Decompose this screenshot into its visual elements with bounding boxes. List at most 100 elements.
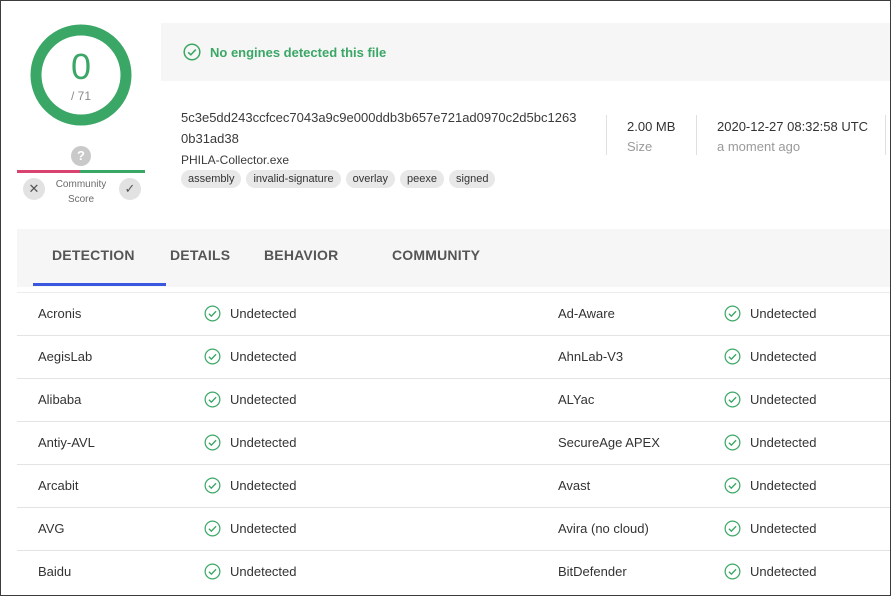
check-circle-icon: [204, 520, 221, 537]
check-circle-icon: [724, 520, 741, 537]
engine-verdict: Undetected: [204, 348, 297, 365]
engine-verdict: Undetected: [724, 348, 817, 365]
check-circle-icon: [724, 391, 741, 408]
verdict-label: Undetected: [750, 521, 817, 536]
analysis-date: 2020-12-27 08:32:58 UTC: [717, 119, 869, 134]
engine-verdict: Undetected: [204, 391, 297, 408]
file-header-card: No engines detected this file 5c3e5dd243…: [161, 23, 890, 209]
check-circle-icon: [204, 563, 221, 580]
engine-name: Acronis: [38, 306, 82, 321]
file-tags: assembly invalid-signature overlay peexe…: [181, 170, 496, 188]
divider: [696, 115, 697, 155]
engine-name: AVG: [38, 521, 65, 536]
engine-verdict: Undetected: [724, 520, 817, 537]
verdict-label: Undetected: [750, 349, 817, 364]
file-hash-line-2: 0b31ad38: [181, 131, 239, 146]
engine-verdict: Undetected: [204, 520, 297, 537]
check-circle-icon: [204, 434, 221, 451]
check-icon: ✓: [124, 181, 136, 196]
detection-results-table: Acronis Undetected Ad-Aware Undetected Aegis…: [17, 292, 890, 593]
help-icon[interactable]: ?: [71, 146, 91, 166]
table-row: Arcabit Undetected Avast Undetected: [17, 464, 890, 507]
verdict-label: Undetected: [750, 392, 817, 407]
engine-verdict: Undetected: [204, 305, 297, 322]
score-panel: 0 / 71 ? ✕ Community Score ✓: [15, 21, 147, 211]
table-row: Acronis Undetected Ad-Aware Undetected: [17, 292, 890, 335]
vote-harmful-button[interactable]: ✕: [23, 178, 45, 200]
table-row: Baidu Undetected BitDefender Undetected: [17, 550, 890, 593]
engine-name: Alibaba: [38, 392, 82, 407]
engine-name: Arcabit: [38, 478, 79, 493]
detection-status-text: No engines detected this file: [210, 44, 387, 60]
engine-name: Antiy-AVL: [38, 435, 95, 450]
verdict-label: Undetected: [230, 564, 297, 579]
verdict-label: Undetected: [230, 478, 297, 493]
verdict-label: Undetected: [230, 349, 297, 364]
engine-verdict: Undetected: [724, 305, 817, 322]
verdict-label: Undetected: [230, 306, 297, 321]
verdict-label: Undetected: [230, 435, 297, 450]
engine-name: AegisLab: [38, 349, 93, 364]
engine-total: / 71: [70, 89, 91, 103]
verdict-label: Undetected: [750, 564, 817, 579]
check-circle-icon: [724, 434, 741, 451]
engine-verdict: Undetected: [724, 563, 817, 580]
engine-verdict: Undetected: [724, 391, 817, 408]
file-name[interactable]: PHILA-Collector.exe: [181, 153, 289, 167]
engine-name: Ad-Aware: [558, 306, 615, 321]
check-circle-icon: [204, 391, 221, 408]
virustotal-report: 0 / 71 ? ✕ Community Score ✓ No engines …: [0, 0, 891, 596]
check-circle-icon: [204, 305, 221, 322]
engine-name: Avast: [558, 478, 591, 493]
check-circle-icon: [724, 477, 741, 494]
table-row: Alibaba Undetected ALYac Undetected: [17, 378, 890, 421]
engine-name: Baidu: [38, 564, 72, 579]
community-score-label: Community Score: [55, 179, 107, 205]
tag-peexe[interactable]: peexe: [400, 170, 445, 188]
verdict-label: Undetected: [750, 306, 817, 321]
tag-assembly[interactable]: assembly: [181, 170, 242, 188]
tag-signed[interactable]: signed: [449, 170, 496, 188]
close-icon: ✕: [28, 181, 40, 196]
community-score-bad: [17, 170, 80, 173]
table-row: AegisLab Undetected AhnLab-V3 Undetected: [17, 335, 890, 378]
tab-behavior[interactable]: BEHAVIOR: [264, 247, 338, 263]
community-score-good: [80, 170, 145, 173]
tag-invalid-signature[interactable]: invalid-signature: [246, 170, 341, 188]
engine-verdict: Undetected: [204, 563, 297, 580]
tag-overlay[interactable]: overlay: [345, 170, 396, 188]
table-row: AVG Undetected Avira (no cloud) Undetected: [17, 507, 890, 550]
check-circle-icon: [724, 305, 741, 322]
vote-harmless-button[interactable]: ✓: [119, 178, 141, 200]
check-circle-icon: [724, 563, 741, 580]
check-circle-icon: [204, 348, 221, 365]
engine-name: AhnLab-V3: [558, 349, 624, 364]
engine-name: ALYac: [558, 392, 595, 407]
engine-verdict: Undetected: [204, 477, 297, 494]
verdict-label: Undetected: [230, 392, 297, 407]
check-circle-icon: [183, 43, 201, 61]
engine-name: Avira (no cloud): [558, 521, 649, 536]
active-tab-indicator: [33, 283, 166, 286]
detection-gauge: 0 / 71: [29, 23, 133, 127]
tab-details[interactable]: DETAILS: [170, 247, 230, 263]
divider: [606, 115, 607, 155]
analysis-date-relative: a moment ago: [717, 139, 801, 154]
file-hash[interactable]: 5c3e5dd243ccfcec7043a9c9e000ddb3b657e721…: [181, 107, 601, 149]
community-score-bar: [17, 170, 145, 173]
report-tabs: DETECTION DETAILS BEHAVIOR COMMUNITY: [17, 229, 890, 287]
table-row: Antiy-AVL Undetected SecureAge APEX Undetec…: [17, 421, 890, 464]
detection-count: 0: [70, 46, 92, 87]
engine-verdict: Undetected: [724, 434, 817, 451]
tab-community[interactable]: COMMUNITY: [392, 247, 480, 263]
engine-name: BitDefender: [558, 564, 627, 579]
verdict-label: Undetected: [750, 435, 817, 450]
file-size: 2.00 MB: [627, 119, 676, 134]
engine-verdict: Undetected: [724, 477, 817, 494]
tab-detection[interactable]: DETECTION: [52, 247, 135, 263]
check-circle-icon: [724, 348, 741, 365]
check-circle-icon: [204, 477, 221, 494]
file-size-label: Size: [627, 139, 653, 154]
detection-status-bar: No engines detected this file: [161, 23, 890, 81]
divider: [885, 115, 886, 155]
